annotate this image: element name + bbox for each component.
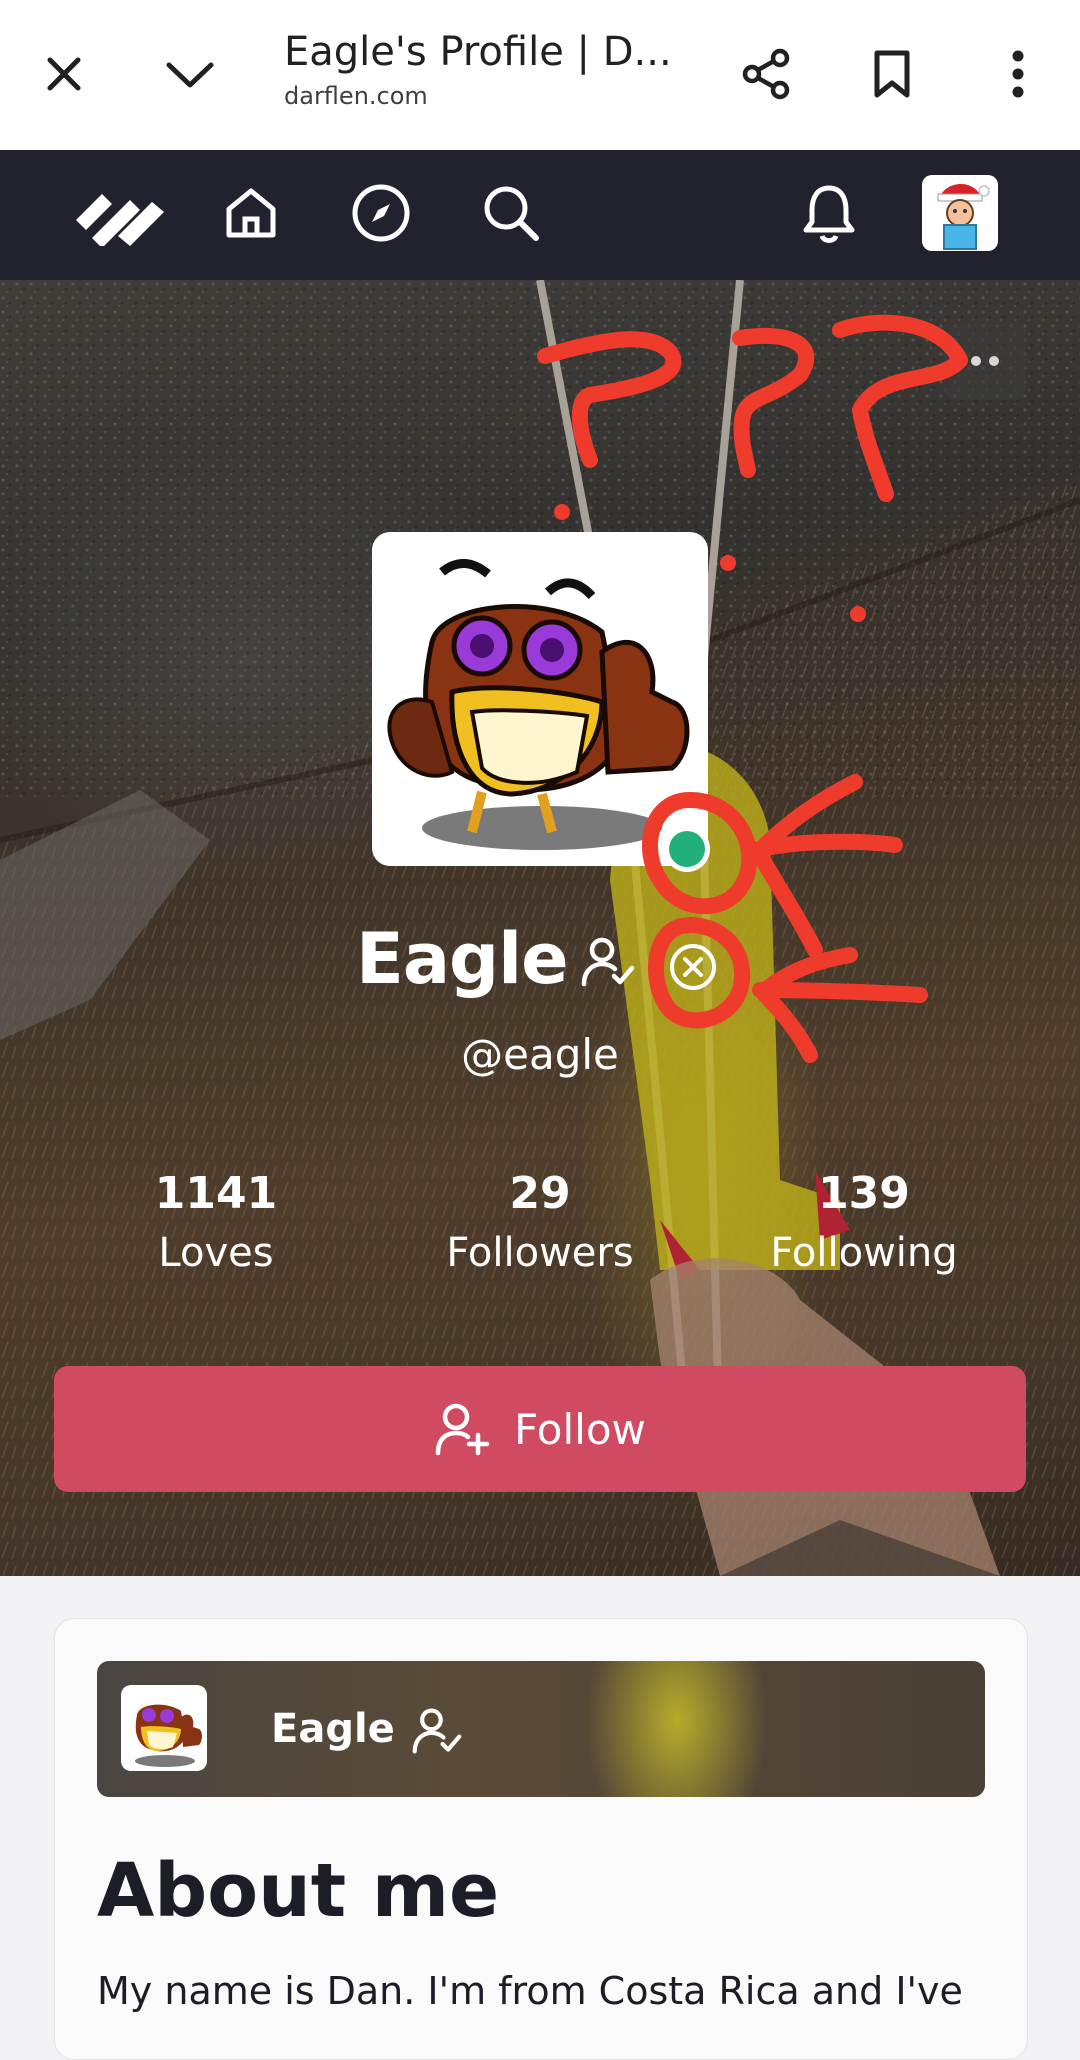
share-icon[interactable] bbox=[736, 44, 796, 104]
user-avatar[interactable] bbox=[922, 175, 998, 251]
stat-followers[interactable]: 29 Followers bbox=[410, 1164, 670, 1282]
bookmark-icon[interactable] bbox=[862, 44, 922, 104]
explore-icon[interactable] bbox=[348, 180, 414, 246]
more-vertical-icon[interactable] bbox=[988, 44, 1048, 104]
profile-handle: @eagle bbox=[461, 1030, 619, 1079]
about-title: About me bbox=[97, 1848, 500, 1934]
stat-label: Followers bbox=[446, 1230, 634, 1276]
tab-title-area[interactable]: Eagle's Profile | D... darflen.com bbox=[284, 26, 694, 112]
stat-label: Loves bbox=[158, 1230, 274, 1276]
stat-value: 29 bbox=[509, 1168, 571, 1219]
profile-more-button[interactable] bbox=[944, 322, 1026, 400]
close-icon[interactable] bbox=[34, 44, 94, 104]
follow-button-label: Follow bbox=[514, 1404, 646, 1454]
more-dot bbox=[989, 356, 999, 366]
page-url: darflen.com bbox=[284, 82, 428, 110]
about-text: My name is Dan. I'm from Costa Rica and … bbox=[97, 1969, 963, 2013]
browser-toolbar: Eagle's Profile | D... darflen.com bbox=[0, 0, 1080, 151]
mini-profile-banner[interactable]: Eagle bbox=[97, 1661, 985, 1797]
user-check-icon bbox=[580, 934, 636, 994]
user-check-icon bbox=[411, 1705, 463, 1761]
mini-avatar bbox=[121, 1685, 207, 1771]
home-icon[interactable] bbox=[218, 180, 284, 246]
follow-button[interactable]: Follow bbox=[54, 1366, 1026, 1492]
stat-value: 1141 bbox=[154, 1168, 278, 1219]
more-dot bbox=[971, 356, 981, 366]
online-status-dot bbox=[664, 826, 710, 872]
user-plus-icon bbox=[435, 1403, 490, 1456]
stat-loves[interactable]: 1141 Loves bbox=[86, 1164, 346, 1282]
page-title: Eagle's Profile | D... bbox=[284, 29, 672, 75]
mini-profile-name: Eagle bbox=[271, 1706, 395, 1752]
stat-label: Following bbox=[770, 1230, 958, 1276]
bell-icon[interactable] bbox=[796, 180, 862, 246]
search-icon[interactable] bbox=[478, 180, 544, 246]
block-circle-icon[interactable] bbox=[668, 942, 718, 996]
stat-following[interactable]: 139 Following bbox=[734, 1164, 994, 1282]
about-card: Eagle About me My name is Dan. I'm from … bbox=[54, 1618, 1028, 2060]
stat-value: 139 bbox=[818, 1168, 910, 1219]
profile-avatar[interactable] bbox=[372, 532, 708, 866]
profile-name: Eagle bbox=[356, 918, 569, 1000]
logo-icon[interactable] bbox=[70, 180, 170, 250]
chevron-down-icon[interactable] bbox=[160, 44, 220, 104]
